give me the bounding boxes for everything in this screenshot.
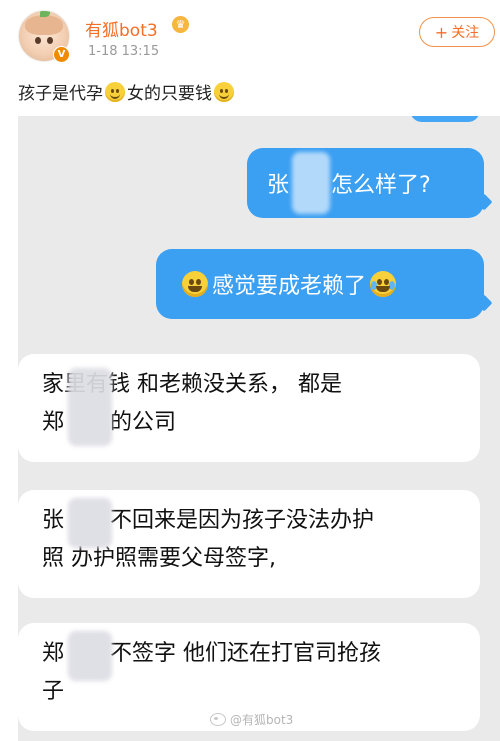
chat-screenshot: 张 怎么样了? 感觉要成老赖了 家里有钱 和老赖没关系， 都是 郑的公司 张不回… [18,116,500,741]
message-text-end: 不签字 他们还在打官司抢孩 [110,641,382,666]
avatar-eye-left [35,37,41,44]
watermark: @有狐bot3 [210,711,293,728]
message-text-end: 不回来是因为孩子没法办护 [110,508,375,533]
post-header: V 有狐bot3 ♛ 1-18 13:15 + 关注 [0,0,500,70]
username[interactable]: 有狐bot3 [85,16,158,41]
blurred-name-patch [68,498,112,548]
incoming-message-bubble: 家里有钱 和老赖没关系， 都是 郑的公司 [18,354,480,462]
post-text: 孩子是代孕 女的只要钱 [18,79,236,104]
smile-icon [105,81,125,102]
post-timestamp: 1-18 13:15 [88,44,160,59]
smile-icon [214,81,234,102]
member-crown-icon: ♛ [172,16,189,33]
message-text-start: 郑 [42,641,65,666]
message-text: 感觉要成老赖了 [212,274,367,299]
follow-button[interactable]: + 关注 [419,17,495,47]
outgoing-message-bubble: 感觉要成老赖了 [156,249,484,319]
laugh-cry-icon [370,271,397,297]
weibo-logo-icon [210,713,226,726]
blurred-name-patch [68,368,112,446]
grimace-icon [182,271,208,297]
message-text-start: 张 [42,508,65,533]
post-text-part1: 孩子是代孕 [18,84,103,104]
message-text-end: 怎么样了? [331,173,431,198]
blurred-name-patch [68,631,112,681]
avatar-eye-right [47,37,53,44]
previous-bubble-fragment [410,116,480,122]
outgoing-message-bubble: 张 怎么样了? [247,148,484,218]
watermark-text: @有狐bot3 [230,713,294,727]
follow-label: 关注 [451,25,480,41]
incoming-message-bubble: 张不回来是因为孩子没法办护 照 办护照需要父母签字, [18,490,480,598]
message-text-start: 郑 [42,410,65,435]
message-text-start: 张 [267,173,290,198]
verified-badge-icon: V [53,46,70,63]
plus-icon: + [434,22,449,42]
message-text-end: 的公司 [110,410,177,435]
post-text-part2: 女的只要钱 [127,84,212,104]
avatar-hair [25,15,63,35]
blurred-name-patch [292,152,330,214]
